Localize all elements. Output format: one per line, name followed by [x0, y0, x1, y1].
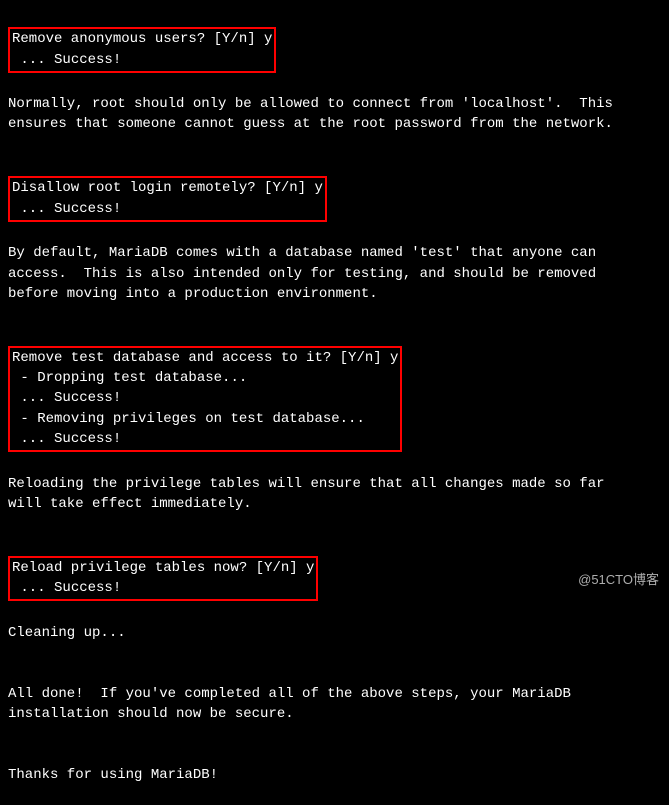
- result-line: ... Success!: [12, 431, 121, 447]
- prompt-line: Disallow root login remotely? [Y/n] y: [12, 180, 323, 196]
- info-thanks: Thanks for using MariaDB!: [8, 765, 661, 785]
- prompt-disallow-root-remote: Disallow root login remotely? [Y/n] y ..…: [8, 176, 327, 222]
- info-all-done: All done! If you've completed all of the…: [8, 684, 661, 725]
- result-line: ... Success!: [12, 52, 121, 68]
- info-root-localhost: Normally, root should only be allowed to…: [8, 94, 661, 135]
- result-line: ... Success!: [12, 390, 121, 406]
- prompt-remove-anonymous: Remove anonymous users? [Y/n] y ... Succ…: [8, 27, 276, 73]
- prompt-line: Reload privilege tables now? [Y/n] y: [12, 560, 314, 576]
- prompt-line: Remove anonymous users? [Y/n] y: [12, 31, 272, 47]
- result-line: ... Success!: [12, 201, 121, 217]
- info-cleaning: Cleaning up...: [8, 623, 661, 643]
- watermark-label: @51CTO博客: [578, 571, 659, 590]
- prompt-line: Remove test database and access to it? […: [12, 350, 398, 366]
- step-line: - Dropping test database...: [12, 370, 247, 386]
- info-reloading-privileges: Reloading the privilege tables will ensu…: [8, 474, 661, 515]
- prompt-remove-test-db: Remove test database and access to it? […: [8, 346, 402, 452]
- step-line: - Removing privileges on test database..…: [12, 411, 365, 427]
- prompt-reload-privileges: Reload privilege tables now? [Y/n] y ...…: [8, 556, 318, 602]
- info-test-database: By default, MariaDB comes with a databas…: [8, 243, 661, 304]
- result-line: ... Success!: [12, 580, 121, 596]
- terminal-output: Remove anonymous users? [Y/n] y ... Succ…: [8, 6, 661, 805]
